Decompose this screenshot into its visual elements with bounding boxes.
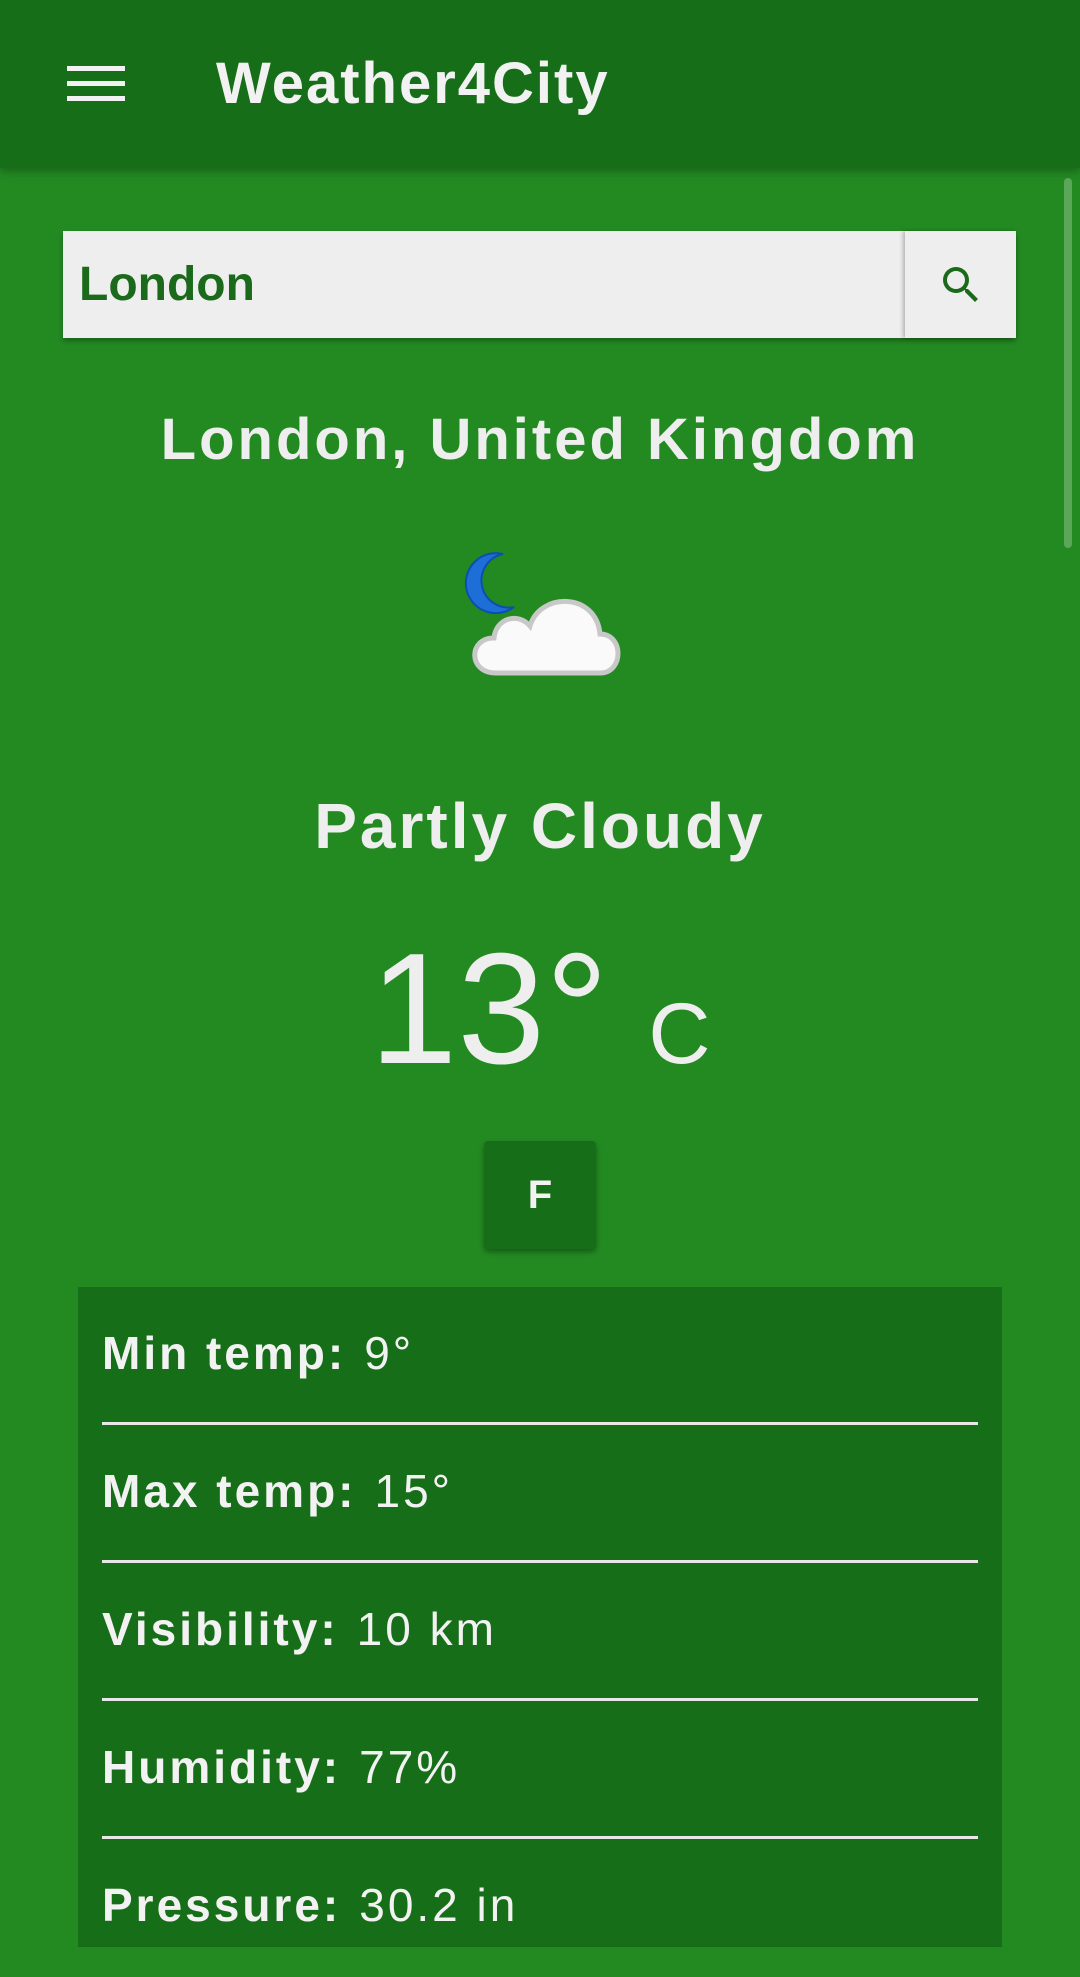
detail-label: Humidity: xyxy=(102,1741,342,1793)
detail-label: Min temp: xyxy=(102,1327,347,1379)
detail-value: 30.2 in xyxy=(359,1879,519,1931)
detail-value: 10 km xyxy=(356,1603,497,1655)
detail-row-visibility: Visibility: 10 km xyxy=(102,1563,978,1701)
detail-value: 77% xyxy=(359,1741,461,1793)
detail-label: Visibility: xyxy=(102,1603,339,1655)
weather-details-panel: Min temp: 9° Max temp: 15° Visibility: 10 k… xyxy=(78,1287,1002,1947)
search-icon xyxy=(942,266,978,302)
app-bar: Weather4City xyxy=(0,0,1080,168)
detail-value: 9° xyxy=(364,1327,415,1379)
detail-row-max-temp: Max temp: 15° xyxy=(102,1425,978,1563)
temperature-value: 13° xyxy=(369,921,609,1097)
hamburger-menu-icon xyxy=(67,66,125,101)
fahrenheit-toggle-button[interactable]: F xyxy=(484,1141,596,1249)
scrollbar[interactable] xyxy=(1064,178,1072,548)
location-title: London, United Kingdom xyxy=(160,407,920,472)
detail-row-pressure: Pressure: 30.2 in xyxy=(102,1839,978,1977)
partly-cloudy-night-icon xyxy=(464,552,621,676)
menu-button[interactable] xyxy=(46,46,146,122)
search-input[interactable] xyxy=(63,231,905,338)
temperature-unit: C xyxy=(648,986,711,1082)
detail-value: 15° xyxy=(374,1465,454,1517)
weather-condition: Partly Cloudy xyxy=(314,790,766,862)
temperature-display: 13° C xyxy=(0,924,1080,1094)
search-bar xyxy=(63,231,1016,338)
detail-label: Max temp: xyxy=(102,1465,357,1517)
search-button[interactable] xyxy=(905,231,1016,338)
detail-label: Pressure: xyxy=(102,1879,342,1931)
detail-row-humidity: Humidity: 77% xyxy=(102,1701,978,1839)
app-title: Weather4City xyxy=(216,51,610,116)
detail-row-min-temp: Min temp: 9° xyxy=(102,1287,978,1425)
